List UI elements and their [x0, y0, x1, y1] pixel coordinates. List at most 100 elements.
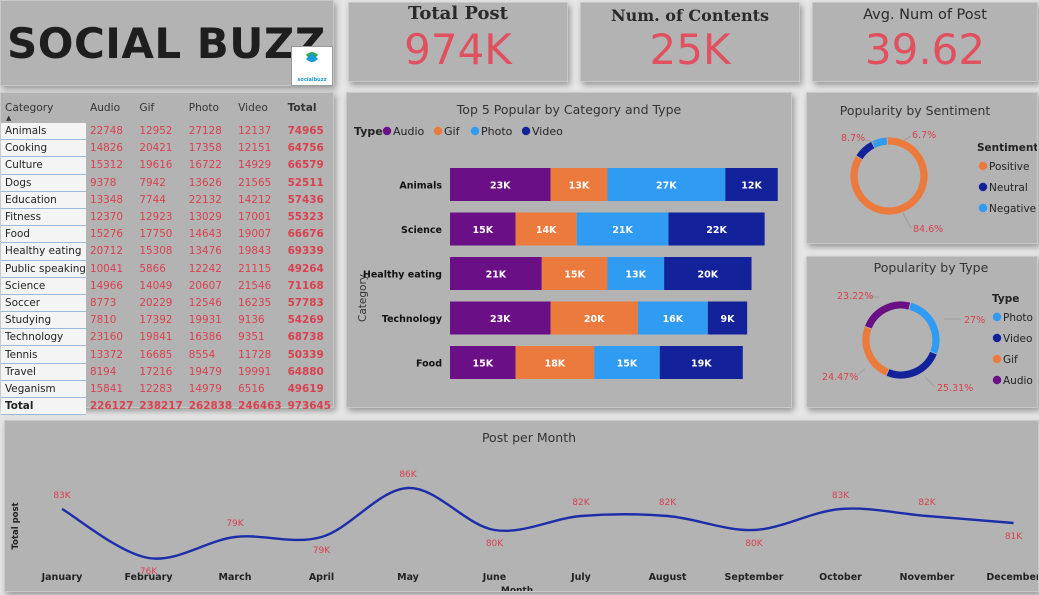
- table-row[interactable]: Culture 15312 19616 16722 14929 66579: [1, 156, 333, 175]
- matrix-header-total[interactable]: Total: [284, 93, 333, 123]
- matrix-header-video[interactable]: Video: [234, 93, 283, 123]
- table-row[interactable]: Cooking 14826 20421 17358 12151 64756: [1, 139, 333, 158]
- matrix-category-cell[interactable]: Cooking: [1, 139, 86, 158]
- matrix-value-cell: 49619: [287, 382, 324, 395]
- matrix-value-cell: 27128: [188, 125, 222, 138]
- legend-item[interactable]: Video: [1003, 333, 1032, 345]
- table-row[interactable]: Dogs 9378 7942 13626 21565 52511: [1, 174, 333, 192]
- table-row[interactable]: Studying 7810 17392 19931 9136 54269: [1, 311, 333, 330]
- matrix-category-cell[interactable]: Tennis: [1, 345, 86, 364]
- legend-swatch[interactable]: [992, 333, 1002, 343]
- legend-swatch[interactable]: [978, 161, 988, 171]
- matrix-value-cell: 17392: [139, 314, 173, 327]
- matrix-value-cell: 17216: [139, 365, 173, 378]
- x-tick-label: October: [819, 572, 862, 583]
- matrix-category-cell[interactable]: Technology: [1, 328, 86, 347]
- matrix-value-cell: 12242: [188, 262, 222, 275]
- matrix-value-cell: 71168: [287, 279, 324, 292]
- legend-swatch[interactable]: [978, 203, 988, 213]
- matrix-category-cell[interactable]: Public speaking: [1, 260, 86, 278]
- kpi-label: Num. of Contents: [610, 6, 770, 25]
- legend-swatch[interactable]: [992, 312, 1002, 322]
- donut-slice[interactable]: [908, 301, 941, 355]
- table-row[interactable]: Soccer 8773 20229 12546 16235 57783: [1, 294, 333, 313]
- matrix-category-cell[interactable]: Travel: [1, 363, 86, 381]
- matrix-value-cell: 52511: [287, 176, 324, 189]
- kpi-value: 25K: [649, 25, 731, 74]
- sort-arrow-icon[interactable]: ▲: [6, 114, 11, 122]
- slice-data-label: 6.7%: [912, 130, 936, 141]
- matrix-value-cell: 8773: [89, 296, 117, 309]
- matrix-header-gif[interactable]: Gif: [135, 93, 184, 123]
- legend-item[interactable]: Positive: [989, 161, 1029, 173]
- matrix-value-cell: 13626: [188, 176, 222, 189]
- table-row[interactable]: Healthy eating 20712 15308 13476 19843 69339: [1, 242, 333, 261]
- donut-slice[interactable]: [861, 325, 890, 377]
- matrix-category-cell[interactable]: Dogs: [1, 174, 86, 192]
- x-tick-label: August: [649, 572, 687, 583]
- matrix-value-cell: 14979: [188, 382, 222, 395]
- matrix-category-cell[interactable]: Studying: [1, 311, 86, 330]
- legend-item[interactable]: Gif: [1003, 354, 1018, 366]
- table-row[interactable]: Science 14966 14049 20607 21546 71168: [1, 277, 333, 295]
- y-axis-label: Category: [357, 274, 369, 322]
- legend-item[interactable]: Negative: [989, 203, 1036, 215]
- matrix-value-cell: 66676: [287, 228, 324, 241]
- kpi-num-contents: Num. of Contents 25K: [580, 2, 800, 82]
- matrix-category-cell[interactable]: Animals: [1, 123, 86, 141]
- point-data-label: 80K: [486, 539, 504, 549]
- matrix-category-cell[interactable]: Food: [1, 225, 86, 244]
- matrix-value-cell: 7744: [139, 193, 166, 206]
- legend-swatch[interactable]: [382, 126, 392, 136]
- matrix-total-cell: 246463: [238, 400, 282, 413]
- matrix-header-category[interactable]: Category ▲: [1, 93, 86, 123]
- legend-item[interactable]: Neutral: [989, 182, 1028, 194]
- table-row[interactable]: Veganism 15841 12283 14979 6516 49619: [1, 380, 333, 399]
- matrix-value-cell: 9378: [89, 176, 117, 189]
- series-line[interactable]: [61, 486, 1014, 560]
- donut-slice[interactable]: [855, 140, 876, 161]
- x-tick-label: April: [309, 572, 334, 583]
- matrix-category-cell[interactable]: Soccer: [1, 294, 86, 313]
- legend-item[interactable]: Audio: [1003, 375, 1033, 387]
- matrix-header-audio[interactable]: Audio: [86, 93, 135, 123]
- matrix-value-cell: 13372: [89, 348, 124, 361]
- legend-swatch[interactable]: [992, 375, 1002, 385]
- legend-swatch[interactable]: [433, 126, 443, 136]
- legend-swatch[interactable]: [470, 126, 480, 136]
- table-row[interactable]: Animals 22748 12952 27128 12137 74965: [1, 123, 333, 141]
- matrix-category-cell[interactable]: Education: [1, 191, 86, 209]
- donut-slice[interactable]: [870, 136, 888, 149]
- legend-swatch[interactable]: [992, 354, 1002, 364]
- table-row[interactable]: Public speaking 10041 5866 12242 21115 49264: [1, 260, 333, 278]
- table-row[interactable]: Tennis 13372 16685 8554 11728 50339: [1, 345, 333, 364]
- table-row[interactable]: Technology 23160 19841 16386 9351 68738: [1, 328, 333, 347]
- table-row[interactable]: Travel 8194 17216 19479 19991 64880: [1, 363, 333, 381]
- matrix-value-cell: 12952: [139, 125, 173, 138]
- legend-swatch[interactable]: [978, 182, 988, 192]
- matrix-category-cell[interactable]: Veganism: [1, 380, 86, 399]
- matrix-category-cell[interactable]: Fitness: [1, 208, 86, 227]
- legend-item[interactable]: Photo: [1003, 312, 1033, 324]
- matrix-value-cell: 55323: [287, 211, 324, 224]
- legend-item[interactable]: Audio: [393, 125, 425, 138]
- legend-item[interactable]: Photo: [481, 125, 513, 138]
- matrix-category-cell[interactable]: Science: [1, 277, 86, 295]
- chart-title: Post per Month: [482, 430, 576, 445]
- matrix-header-photo[interactable]: Photo: [185, 93, 234, 123]
- matrix-value-cell: 14966: [89, 279, 124, 292]
- matrix-value-cell: 14643: [188, 228, 222, 241]
- table-row[interactable]: Education 13348 7744 22132 14212 57436: [1, 191, 333, 209]
- legend-swatch[interactable]: [521, 126, 531, 136]
- legend-item[interactable]: Video: [532, 125, 563, 138]
- donut-slice[interactable]: [885, 350, 938, 380]
- legend-item[interactable]: Gif: [444, 125, 461, 138]
- table-row[interactable]: Food 15276 17750 14643 19007 66676: [1, 225, 333, 244]
- matrix-category-cell[interactable]: Culture: [1, 156, 86, 175]
- matrix-value-cell: 12370: [89, 211, 124, 224]
- matrix-value-cell: 19991: [238, 365, 272, 378]
- table-row[interactable]: Fitness 12370 12923 13029 17001 55323: [1, 208, 333, 227]
- matrix-value-cell: 19616: [139, 159, 173, 172]
- matrix-category-cell[interactable]: Healthy eating: [1, 242, 86, 261]
- donut-slice[interactable]: [864, 300, 912, 330]
